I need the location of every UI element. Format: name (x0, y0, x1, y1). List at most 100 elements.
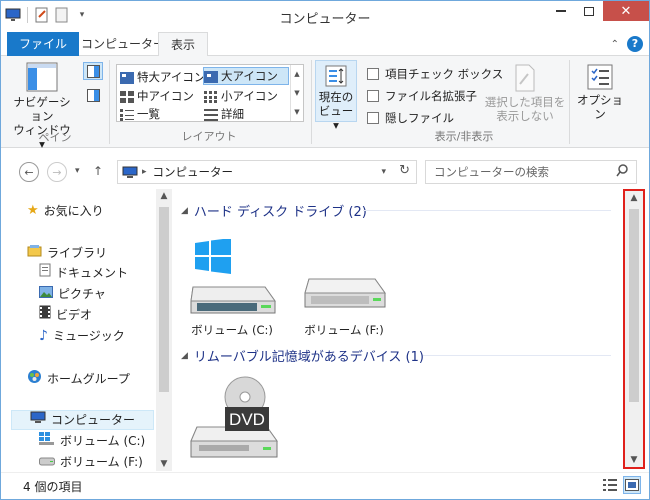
hide-selected-items-button[interactable]: 選択した項目を 表示しない (483, 64, 567, 123)
hide-selected-label-2: 表示しない (496, 109, 554, 123)
search-icon[interactable] (616, 164, 628, 180)
section-title: リムーバブル記憶域があるデバイス (1) (193, 350, 424, 365)
drive-label: ボリューム (C:) (191, 323, 273, 337)
navigation-pane-label-1: ナビゲーション (13, 95, 71, 123)
drive-icon (39, 452, 55, 472)
item-count: 4 個の項目 (23, 480, 83, 494)
navigation-bar: ← → ▾ ↑ ▸ コンピューター ▾ ↻ コンピューターの検索 (1, 157, 649, 187)
drive-dvd[interactable]: DVD (187, 375, 283, 470)
details-pane-button[interactable] (83, 86, 103, 104)
nav-videos[interactable]: ビデオ (39, 305, 92, 325)
large-icons-view-icon (625, 479, 639, 491)
tab-view[interactable]: 表示 (158, 32, 209, 57)
file-extensions-toggle[interactable]: ファイル名拡張子 (367, 88, 477, 104)
help-icon[interactable]: ? (627, 36, 643, 52)
nav-favorites[interactable]: ★ お気に入り (27, 201, 104, 221)
nav-item-label: ビデオ (56, 308, 93, 322)
layout-item-label: 小アイコン (221, 89, 278, 103)
address-path[interactable]: コンピューター (153, 164, 234, 180)
nav-documents[interactable]: ドキュメント (39, 263, 128, 283)
collapse-icon[interactable]: ◢ (181, 206, 188, 216)
nav-volume-c[interactable]: ボリューム (C:) (39, 431, 145, 451)
address-computer-icon (122, 166, 138, 179)
large-icons-view-button[interactable] (623, 476, 641, 494)
minimize-button[interactable] (547, 1, 575, 21)
back-button[interactable]: ← (19, 162, 39, 182)
breadcrumb-chevron-icon[interactable]: ▸ (142, 167, 147, 177)
nav-libraries[interactable]: ライブラリ (27, 243, 107, 263)
current-view-label-1: 現在の (318, 90, 354, 104)
ribbon-right-controls: ⌃ ? (611, 36, 643, 52)
gallery-up-icon[interactable]: ▲ (294, 70, 299, 78)
navigation-pane: ★ お気に入り ライブラリ ドキュメント ピクチャ ビデオ ♪ ミュージック ホ… (1, 189, 172, 471)
removable-section-header[interactable]: ◢ リムーバブル記憶域があるデバイス (1) (181, 346, 424, 365)
checkbox-label: 隠しファイル (385, 111, 454, 125)
content-scroll-thumb[interactable] (629, 209, 639, 402)
navigation-pane-icon (26, 62, 58, 92)
layout-large-icons[interactable]: 大アイコン (203, 67, 289, 85)
layout-medium-icons[interactable]: 中アイコン (120, 87, 194, 105)
search-input[interactable]: コンピューターの検索 (434, 164, 549, 180)
title-bar: ▾ コンピューター ✕ (1, 1, 649, 32)
minimize-ribbon-icon[interactable]: ⌃ (611, 39, 619, 50)
nav-pictures[interactable]: ピクチャ (39, 284, 106, 304)
picture-icon (39, 284, 53, 304)
details-view-button[interactable] (601, 476, 619, 494)
nav-item-label: ボリューム (C:) (60, 434, 146, 448)
layout-gallery-scroll[interactable]: ▲ ▼ ▼ (290, 65, 303, 121)
current-view-icon (325, 65, 347, 87)
item-checkboxes-checkbox[interactable] (367, 68, 379, 80)
hidden-items-checkbox[interactable] (367, 112, 379, 124)
drive-icon (304, 278, 386, 308)
pane-group-label: ペイン (38, 131, 72, 144)
file-extensions-checkbox[interactable] (367, 90, 379, 102)
layout-small-icons[interactable]: 小アイコン (204, 87, 278, 105)
scroll-down-icon[interactable]: ▼ (625, 455, 643, 465)
address-dropdown-icon[interactable]: ▾ (381, 167, 386, 177)
nav-pane-scrollbar[interactable]: ▲ ▼ (156, 189, 172, 471)
nav-item-label: お気に入り (43, 204, 104, 218)
address-bar[interactable]: ▸ コンピューター ▾ ↻ (117, 160, 417, 184)
nav-homegroup[interactable]: ホームグループ (27, 369, 130, 389)
hdd-section-header[interactable]: ◢ ハード ディスク ドライブ (2) (181, 201, 367, 220)
dvd-badge-text: DVD (229, 410, 265, 429)
recent-locations-icon[interactable]: ▾ (75, 166, 80, 176)
nav-computer[interactable]: コンピューター (11, 410, 154, 430)
collapse-icon[interactable]: ◢ (181, 351, 188, 361)
drive-volume-f[interactable]: ボリューム (F:) (299, 239, 389, 338)
scroll-up-icon[interactable]: ▲ (625, 193, 643, 203)
forward-button[interactable]: → (47, 162, 67, 182)
layout-item-label: 特大アイコン (137, 70, 206, 84)
search-box[interactable]: コンピューターの検索 (425, 160, 637, 184)
maximize-button[interactable] (575, 1, 603, 21)
gallery-more-icon[interactable]: ▼ (294, 108, 299, 116)
nav-pane-scroll-thumb[interactable] (159, 207, 169, 392)
system-drive-icon (190, 238, 276, 314)
scroll-up-icon[interactable]: ▲ (156, 191, 172, 201)
gallery-down-icon[interactable]: ▼ (294, 89, 299, 97)
ribbon-divider (311, 60, 312, 144)
up-button[interactable]: ↑ (93, 164, 103, 178)
layout-details[interactable]: 詳細 (204, 105, 244, 123)
library-icon (27, 243, 42, 263)
scroll-down-icon[interactable]: ▼ (156, 459, 172, 469)
hide-selected-icon (515, 64, 535, 92)
preview-pane-button[interactable] (83, 62, 103, 80)
nav-item-label: ボリューム (F:) (60, 455, 143, 469)
nav-item-label: ドキュメント (56, 266, 129, 280)
options-label: オプション (577, 93, 623, 121)
details-view-icon (603, 479, 617, 491)
close-button[interactable]: ✕ (603, 1, 649, 21)
layout-list[interactable]: 一覧 (120, 105, 160, 123)
drive-volume-c[interactable]: ボリューム (C:) (187, 238, 277, 338)
hidden-items-toggle[interactable]: 隠しファイル (367, 110, 454, 126)
large-icons-icon (204, 70, 218, 83)
list-icon (120, 108, 134, 121)
current-view-button[interactable]: 現在の ビュー ▾ (315, 60, 357, 132)
nav-volume-f[interactable]: ボリューム (F:) (39, 452, 143, 472)
nav-music[interactable]: ♪ ミュージック (39, 326, 125, 346)
layout-extra-large-icons[interactable]: 特大アイコン (120, 68, 205, 86)
options-button[interactable]: オプション (573, 64, 627, 121)
content-scrollbar[interactable]: ▲ ▼ (623, 189, 645, 469)
refresh-icon[interactable]: ↻ (399, 163, 410, 178)
